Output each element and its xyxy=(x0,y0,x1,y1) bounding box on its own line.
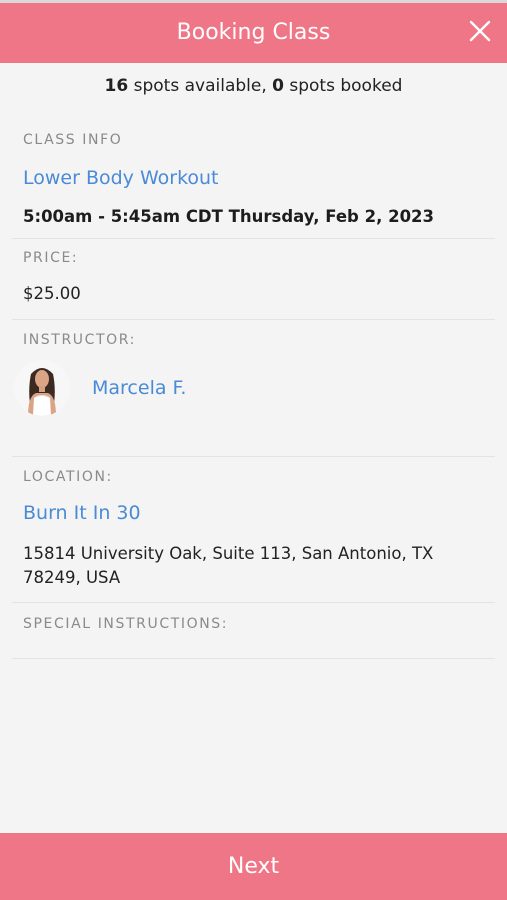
special-instructions-section: SPECIAL INSTRUCTIONS: xyxy=(12,603,495,659)
instructor-section: INSTRUCTOR: Marcela F. xyxy=(12,320,495,457)
booking-content: 16 spots available, 0 spots booked CLASS… xyxy=(0,63,507,659)
location-section: LOCATION: Burn It In 30 15814 University… xyxy=(12,457,495,603)
location-name-link[interactable]: Burn It In 30 xyxy=(23,502,141,524)
header-bar: Booking Class xyxy=(0,3,507,63)
price-label: PRICE: xyxy=(23,250,79,266)
class-info-section: CLASS INFO Lower Body Workout 5:00am - 5… xyxy=(12,108,495,239)
spots-available-count: 16 xyxy=(104,76,129,96)
close-button[interactable] xyxy=(467,18,493,44)
instructor-photo xyxy=(14,360,70,416)
special-instructions-label: SPECIAL INSTRUCTIONS: xyxy=(23,616,229,632)
spots-booked-text: spots booked xyxy=(283,76,403,96)
class-info-label: CLASS INFO xyxy=(23,132,123,148)
class-time: 5:00am - 5:45am CDT Thursday, Feb 2, 202… xyxy=(23,207,435,226)
instructor-name-link[interactable]: Marcela F. xyxy=(92,377,186,399)
instructor-avatar[interactable] xyxy=(14,360,70,416)
price-section: PRICE: $25.00 xyxy=(12,239,495,320)
spots-booked-count: 0 xyxy=(272,76,284,96)
next-button[interactable]: Next xyxy=(0,833,507,900)
price-value: $25.00 xyxy=(23,284,81,303)
class-name-link[interactable]: Lower Body Workout xyxy=(23,167,219,189)
location-address: 15814 University Oak, Suite 113, San Ant… xyxy=(23,544,434,587)
close-icon xyxy=(469,20,491,42)
instructor-label: INSTRUCTOR: xyxy=(23,332,136,348)
location-label: LOCATION: xyxy=(23,469,113,485)
spots-available-text: spots available, xyxy=(128,76,273,96)
page-title: Booking Class xyxy=(176,20,331,45)
spots-summary: 16 spots available, 0 spots booked xyxy=(0,63,507,108)
